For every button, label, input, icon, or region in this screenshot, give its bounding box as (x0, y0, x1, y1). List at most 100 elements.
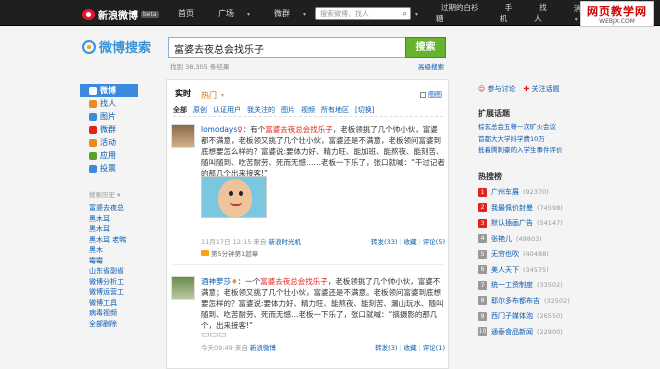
main-search-input[interactable]: 富婆去夜总会找乐子 (168, 37, 406, 58)
search-button[interactable]: 搜索 (405, 37, 446, 58)
weibo-search-logo[interactable]: 微博搜索 (82, 37, 151, 56)
hot-search-label: 张艳儿 (491, 234, 512, 243)
sidebar-item[interactable]: 找人 (80, 97, 138, 110)
filter-option[interactable]: [切换] (355, 105, 374, 116)
comment-link[interactable]: 评论(5) (423, 238, 445, 246)
hot-search-item[interactable]: 8 耶尔多布都布吉 (32502) (478, 293, 578, 309)
hot-search-item[interactable]: 7 统一工资制度 (33502) (478, 278, 578, 294)
follow-topic-link[interactable]: ✚ 关注话题 (524, 84, 560, 94)
post-time[interactable]: 今天09:49 (201, 344, 233, 352)
join-discussion-link[interactable]: ☺ 参与讨论 (478, 84, 516, 94)
sidebar-item[interactable]: 图片 (80, 110, 138, 123)
search-history-title[interactable]: 搜索历史 ▾ (80, 189, 138, 199)
hot-search-count: (33502) (537, 281, 563, 290)
hot-search-label: 我最佩价封曼 (491, 203, 533, 212)
post-image[interactable] (201, 176, 267, 218)
filter-option[interactable]: 图片 (281, 105, 295, 116)
sidebar-item[interactable]: 活动 (80, 136, 138, 149)
user-nav-item[interactable]: 手机 (495, 2, 529, 24)
hot-search-count: (22900) (537, 327, 563, 336)
user-nav-item[interactable]: 找人 (529, 2, 563, 24)
topic-actions: ☺ 参与讨论 ✚ 关注话题 (478, 84, 578, 94)
advanced-search-link[interactable]: 高级搜索 (418, 61, 444, 71)
filter-option[interactable]: 所有地区 (321, 105, 349, 116)
post-source[interactable]: 新浪微博 (250, 344, 276, 352)
vote-icon (89, 164, 97, 173)
chevron-down-icon: ▾ (247, 10, 251, 18)
rank-badge: 3 (478, 218, 487, 228)
image-only-toggle[interactable]: 图图 (420, 90, 442, 100)
avatar[interactable] (171, 124, 195, 148)
post-meta: 今天09:49 来自 新浪微博 转发(3) | 收藏 | 评论(1) (201, 344, 445, 352)
history-item[interactable]: 富婆去夜总 (80, 203, 138, 214)
history-item[interactable]: 黑木 (80, 245, 138, 256)
hot-search-item[interactable]: 1 广州车展 (92370) (478, 185, 578, 201)
post-author[interactable]: lomodays (201, 125, 237, 134)
sina-weibo-logo[interactable]: 新浪微博 beta (82, 7, 159, 22)
hot-search-item[interactable]: 5 无穷也吹 (40488) (478, 247, 578, 263)
avatar[interactable] (171, 276, 195, 300)
hot-search-label: 美人天下 (491, 265, 519, 274)
post-author[interactable]: 酒神萝莎 (201, 277, 231, 286)
history-item[interactable]: 微博运营工 (80, 287, 138, 298)
results-panel: 实时 热门 ▾ 图图 全部 原创 认证用户 我关注的 图片 视频 所有地区 [切换] lomod… (166, 79, 449, 369)
extended-topic-link[interactable]: 首都大大学抖学费10万 (478, 134, 578, 146)
sidebar-item[interactable]: 微群 (80, 123, 138, 136)
nav-item[interactable]: 微群 ▾ (262, 8, 318, 19)
nav-item[interactable]: 首页 (166, 8, 206, 19)
nav-item[interactable]: 广场 ▾ (206, 8, 262, 19)
search-band: 微博搜索 富婆去夜总会找乐子 搜索 找到 38,305 条结果 高级搜索 (0, 27, 660, 74)
history-item[interactable]: 霉霉 (80, 256, 138, 267)
tab-realtime[interactable]: 实时 (173, 88, 193, 104)
favorite-link[interactable]: 收藏 (404, 238, 417, 246)
rank-badge: 9 (478, 311, 487, 321)
rank-badge: 8 (478, 296, 487, 306)
sidebar-item[interactable]: 微博 (80, 84, 138, 97)
history-item[interactable]: 微博分析工 (80, 277, 138, 288)
extended-topic-link[interactable]: 抵着腾刺豪的入学生事件评价 (478, 145, 578, 157)
filter-option[interactable]: 视频 (301, 105, 315, 116)
history-item[interactable]: 全部删除 (80, 319, 138, 330)
hot-search-list: 1 广州车展 (92370) 2 我最佩价封曼 (74598) 3 默认插画广告 (54147)… (478, 185, 578, 340)
sidebar-item[interactable]: 投票 (80, 162, 138, 175)
hot-search-title: 热搜榜 (478, 171, 502, 181)
tab-hot[interactable]: 热门 ▾ (199, 88, 226, 104)
history-item[interactable]: 微博工具 (80, 298, 138, 309)
post-time[interactable]: 11月17日 12:15 (201, 238, 251, 246)
image-icon (89, 112, 97, 121)
filter-option[interactable]: 全部 (173, 105, 187, 116)
history-item[interactable]: 病毒视频 (80, 308, 138, 319)
top-search-input[interactable]: 搜索微博，找人 ⌕ (315, 7, 411, 20)
filter-option[interactable]: 原创 (193, 105, 207, 116)
filter-option[interactable]: 认证用户 (213, 105, 241, 116)
post-source[interactable]: 新浪时光机 (269, 238, 302, 246)
user-nav-item[interactable]: 过期的白衫糖 (431, 2, 495, 24)
group-icon (89, 125, 97, 134)
more-images-icon[interactable]: ▭▭▭ (201, 330, 227, 340)
comment-link[interactable]: 评论(1) (423, 344, 445, 352)
checkbox-icon[interactable] (420, 92, 426, 98)
hot-search-count: (34575) (523, 265, 549, 274)
divider (173, 264, 444, 265)
extended-topic-link[interactable]: 棕玄总会五萼一次旷火会议 (478, 122, 578, 134)
hot-search-item[interactable]: 2 我最佩价封曼 (74598) (478, 200, 578, 216)
hot-search-item[interactable]: 9 西门子媒体泡 (26550) (478, 309, 578, 325)
hot-search-item[interactable]: 6 美人天下 (34575) (478, 262, 578, 278)
history-item[interactable]: 山东省副省 (80, 266, 138, 277)
history-item[interactable]: 黑木耳 老鸭 (80, 235, 138, 246)
history-item[interactable]: 黑木耳 (80, 224, 138, 235)
search-icon[interactable]: ⌕ (403, 9, 407, 19)
favorite-link[interactable]: 收藏 (404, 344, 417, 352)
hot-search-item[interactable]: 3 默认插画广告 (54147) (478, 216, 578, 232)
filter-option[interactable]: 我关注的 (247, 105, 275, 116)
hot-search-count: (26550) (537, 312, 563, 321)
hot-search-item[interactable]: 4 张艳儿 (49803) (478, 231, 578, 247)
repost-link[interactable]: 转发(33) (371, 238, 397, 246)
post-tag[interactable]: 第5分钟第1超章 (201, 248, 258, 258)
post-text: lomodays♀：有个富婆去夜总会找乐子，老板领挑了几个帅小伙，富婆都不满意，… (201, 125, 445, 178)
repost-link[interactable]: 转发(3) (375, 344, 397, 352)
rank-badge: 6 (478, 265, 487, 275)
hot-search-item[interactable]: 10 通泰食品新闻 (22900) (478, 324, 578, 340)
sidebar-item[interactable]: 应用 (80, 149, 138, 162)
history-item[interactable]: 黑木耳 (80, 214, 138, 225)
